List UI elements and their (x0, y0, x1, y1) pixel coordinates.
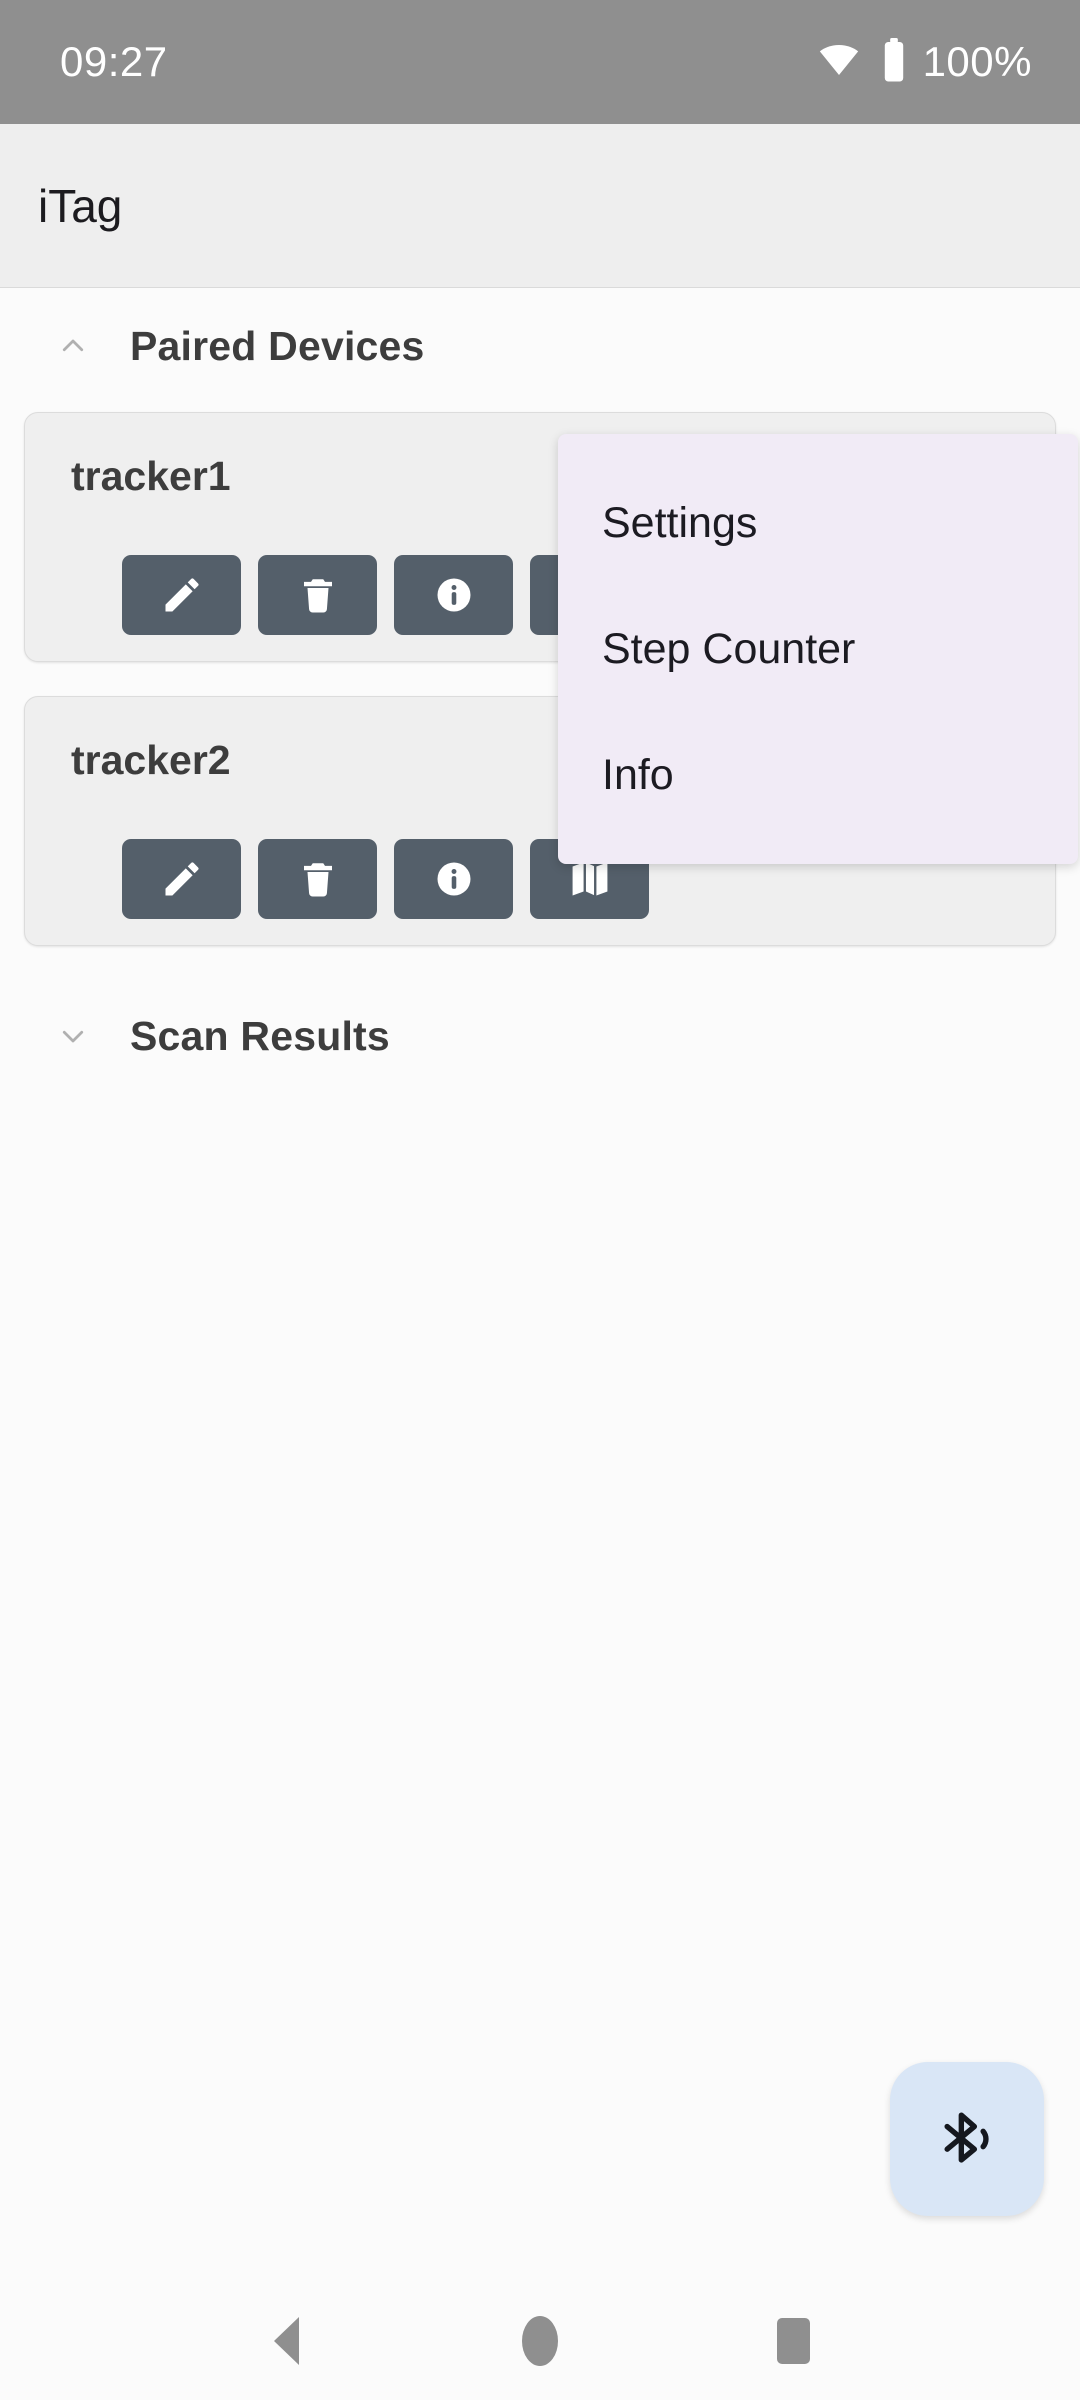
trash-delete-icon (303, 579, 332, 613)
section-title: Paired Devices (130, 322, 425, 369)
app-bar: iTag (0, 124, 1080, 288)
delete-button[interactable] (258, 839, 377, 919)
section-title: Scan Results (130, 1012, 390, 1059)
chevron-down-icon[interactable] (46, 1009, 100, 1063)
main-content: Paired Devices tracker1 tracker2 Scan Re… (0, 288, 1080, 2282)
app-title: iTag (38, 179, 123, 232)
overflow-menu: Settings Step Counter Info (558, 434, 1078, 864)
menu-item-settings[interactable]: Settings (558, 460, 1078, 586)
phone-screen: 09:27 100% iTag Paired Devices tracker1 … (0, 0, 1080, 2400)
delete-button[interactable] (258, 555, 377, 635)
nav-home-button[interactable] (485, 2286, 595, 2396)
device-name-label: tracker2 (71, 737, 231, 783)
edit-pencil-icon (165, 578, 199, 612)
device-name-label: tracker1 (71, 453, 231, 499)
home-circle-icon (521, 2316, 558, 2366)
info-button[interactable] (394, 555, 513, 635)
wifi-icon (813, 40, 865, 85)
edit-pencil-icon (165, 862, 199, 896)
status-bar: 09:27 100% (0, 0, 1080, 124)
menu-item-info[interactable]: Info (558, 712, 1078, 838)
scan-fab-button[interactable] (890, 2062, 1044, 2216)
edit-button[interactable] (122, 839, 241, 919)
nav-back-button[interactable] (232, 2286, 342, 2396)
info-button[interactable] (394, 839, 513, 919)
recents-square-icon (776, 2318, 810, 2364)
status-bar-clock: 09:27 (60, 38, 168, 85)
section-header-paired-devices[interactable]: Paired Devices (0, 288, 1080, 404)
menu-item-step-counter[interactable]: Step Counter (558, 586, 1078, 712)
back-triangle-icon (274, 2317, 300, 2365)
info-circle-icon (437, 578, 470, 612)
bluetooth-searching-icon (944, 2112, 989, 2163)
chevron-up-icon[interactable] (46, 319, 100, 373)
battery-percent-label: 100% (922, 38, 1032, 85)
trash-delete-icon (303, 863, 332, 897)
status-bar-indicators: 100% (813, 37, 1032, 88)
edit-button[interactable] (122, 555, 241, 635)
info-circle-icon (437, 862, 470, 896)
section-header-scan-results[interactable]: Scan Results (0, 978, 1080, 1094)
battery-full-icon (881, 37, 907, 88)
nav-recents-button[interactable] (738, 2286, 848, 2396)
system-nav-bar (0, 2282, 1080, 2400)
